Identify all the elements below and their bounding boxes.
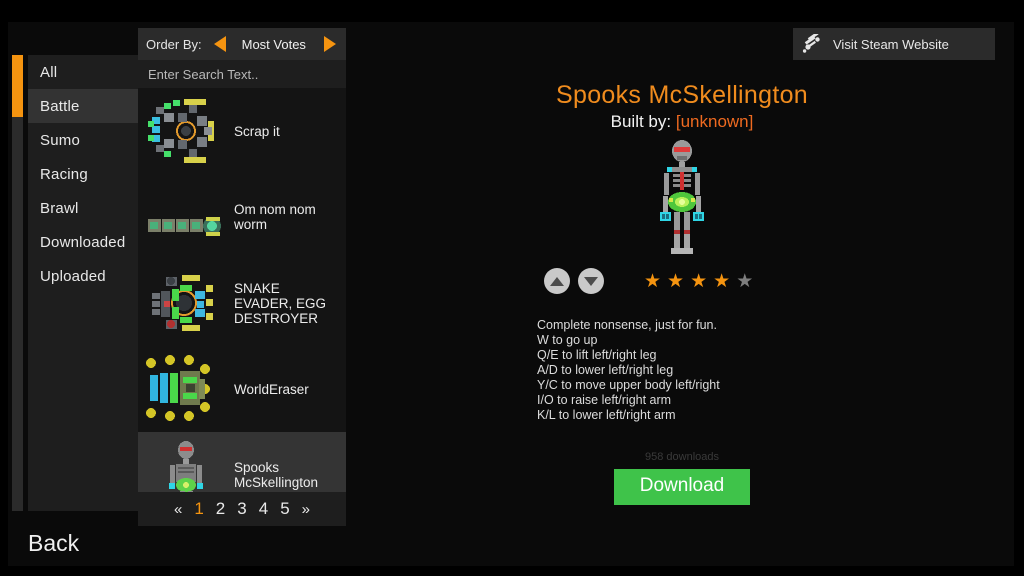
- star-icon-filled: ★: [667, 270, 685, 292]
- creation-name: Scrap it: [234, 123, 280, 139]
- sidebar-item-battle[interactable]: Battle: [28, 89, 140, 123]
- pagination-page-1[interactable]: 1: [194, 499, 203, 519]
- search-input[interactable]: Enter Search Text..: [138, 60, 346, 88]
- triangle-right-icon[interactable]: [324, 36, 336, 52]
- window-left-edge: [0, 0, 8, 576]
- order-by-label: Order By:: [146, 36, 202, 52]
- list-item[interactable]: Om nom nom worm: [138, 174, 346, 260]
- steam-icon: [802, 34, 820, 53]
- description-line: Q/E to lift left/right leg: [537, 348, 657, 362]
- creation-name: WorldEraser: [234, 381, 309, 397]
- description-line: Y/C to move upper body left/right: [537, 378, 720, 392]
- description-line: I/O to raise left/right arm: [537, 393, 672, 407]
- sidebar-scrollbar-thumb[interactable]: [12, 55, 23, 117]
- sidebar-item-sumo[interactable]: Sumo: [28, 123, 140, 157]
- search-placeholder: Enter Search Text..: [148, 66, 259, 82]
- star-icon-filled: ★: [690, 270, 708, 292]
- description-line: W to go up: [537, 333, 598, 347]
- built-by-label: Built by:: [610, 112, 672, 131]
- star-icon-filled: ★: [644, 270, 662, 292]
- sidebar-item-label: Racing: [40, 165, 88, 183]
- triangle-left-icon[interactable]: [213, 36, 226, 52]
- window-right-edge: [1014, 0, 1024, 576]
- sidebar-item-uploaded[interactable]: Uploaded: [28, 259, 140, 293]
- list-item[interactable]: Scrap it: [138, 88, 346, 174]
- creation-preview-figure: [352, 138, 1012, 256]
- visit-steam-website-button[interactable]: Visit Steam Website: [793, 28, 995, 60]
- creation-detail-panel: Spooks McSkellington Built by: [unknown]: [352, 60, 1012, 520]
- creation-thumbnail: [142, 263, 230, 343]
- download-button[interactable]: Download: [613, 469, 751, 505]
- order-by-bar: Order By: Most Votes: [138, 28, 346, 60]
- upvote-button[interactable]: [544, 268, 570, 294]
- skeleton-figure: [660, 140, 704, 254]
- sidebar-item-downloaded[interactable]: Downloaded: [28, 225, 140, 259]
- creation-name: Spooks McSkellington: [234, 460, 319, 490]
- pagination: « 1 2 3 4 5 »: [138, 492, 346, 526]
- sidebar-item-label: Brawl: [40, 199, 79, 217]
- category-sidebar: All Battle Sumo Racing Brawl Downloaded …: [28, 55, 140, 511]
- detail-title: Spooks McSkellington: [556, 81, 808, 109]
- pagination-first[interactable]: «: [174, 501, 182, 518]
- sidebar-item-label: Uploaded: [40, 267, 106, 285]
- sidebar-item-brawl[interactable]: Brawl: [28, 191, 140, 225]
- star-icon-empty: ★: [736, 270, 754, 292]
- window-bottom-edge: [0, 566, 1024, 576]
- sidebar-item-all[interactable]: All: [28, 55, 140, 89]
- detail-author: [unknown]: [675, 112, 754, 131]
- star-icon-filled: ★: [713, 270, 731, 292]
- creations-list-panel: Enter Search Text.. Scrap it Om nom nom …: [138, 60, 346, 518]
- download-count: 958 downloads: [644, 451, 719, 463]
- sidebar-item-label: All: [40, 63, 58, 81]
- list-item[interactable]: WorldEraser: [138, 346, 346, 432]
- creation-thumbnail: [142, 177, 230, 257]
- sidebar-item-label: Sumo: [40, 131, 80, 149]
- rating-row: ★ ★ ★ ★ ★: [352, 268, 1012, 294]
- description-line: K/L to lower left/right arm: [537, 408, 676, 422]
- workshop-browser-screen: All Battle Sumo Racing Brawl Downloaded …: [0, 0, 1024, 576]
- steam-button-label: Visit Steam Website: [833, 36, 949, 52]
- creation-thumbnail: [142, 91, 230, 171]
- creation-description: Complete nonsense, just for fun. W to go…: [352, 318, 1012, 423]
- back-button[interactable]: Back: [28, 530, 79, 557]
- sidebar-item-racing[interactable]: Racing: [28, 157, 140, 191]
- pagination-page-5[interactable]: 5: [280, 499, 289, 519]
- window-top-edge: [0, 0, 1024, 22]
- pagination-page-4[interactable]: 4: [259, 499, 268, 519]
- creation-name: Om nom nom worm: [234, 202, 316, 232]
- creations-list: Scrap it Om nom nom worm SNAKE EVADER, E…: [138, 88, 346, 518]
- sidebar-item-label: Battle: [40, 97, 80, 115]
- pagination-page-3[interactable]: 3: [237, 499, 246, 519]
- description-line: Complete nonsense, just for fun.: [537, 318, 717, 332]
- sidebar-item-label: Downloaded: [40, 233, 126, 251]
- sidebar-scrollbar[interactable]: [12, 55, 23, 511]
- pagination-last[interactable]: »: [302, 501, 310, 518]
- list-item[interactable]: SNAKE EVADER, EGG DESTROYER: [138, 260, 346, 346]
- downvote-button[interactable]: [578, 268, 604, 294]
- pagination-page-2[interactable]: 2: [216, 499, 225, 519]
- detail-built-by: Built by: [unknown]: [352, 112, 1012, 132]
- creation-name: SNAKE EVADER, EGG DESTROYER: [234, 280, 327, 326]
- download-area: 958 downloads Download: [352, 451, 1012, 505]
- star-rating: ★ ★ ★ ★ ★: [644, 272, 753, 291]
- chevron-down-icon: [584, 276, 598, 286]
- creation-thumbnail: [142, 349, 230, 429]
- order-by-value: Most Votes: [241, 36, 306, 52]
- chevron-up-icon: [550, 276, 564, 286]
- description-line: A/D to lower left/right leg: [537, 363, 674, 377]
